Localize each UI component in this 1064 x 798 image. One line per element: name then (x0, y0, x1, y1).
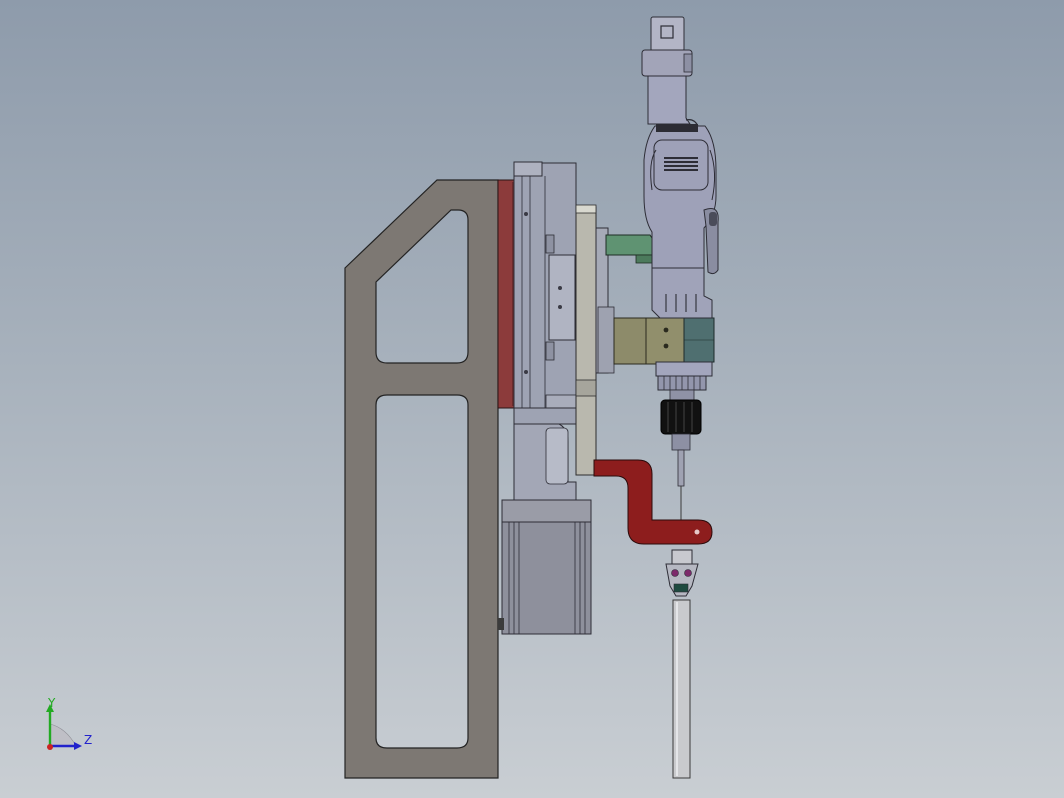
spindle-housing[interactable] (643, 125, 717, 281)
slide-screw-1 (524, 212, 528, 216)
slide-screw-2 (524, 370, 528, 374)
slide-carriage[interactable] (548, 254, 576, 341)
mounting-plate-red[interactable] (497, 179, 515, 409)
bracket-olive[interactable] (613, 317, 649, 365)
collet-nose (671, 433, 691, 451)
tool-slider-plate[interactable] (575, 206, 597, 476)
spindle-neck (669, 389, 695, 401)
cad-model-scene[interactable] (0, 0, 1064, 798)
holder-arm-red[interactable] (593, 459, 713, 545)
slide-clamp-top (545, 234, 555, 254)
spindle-connector-band (683, 53, 693, 73)
adapter-neck-inner (545, 427, 569, 485)
stepper-motor-flange[interactable] (501, 499, 592, 523)
workpiece-tube[interactable] (672, 599, 691, 779)
nozzle-port-left (671, 569, 679, 577)
spindle-clamped-section (655, 361, 713, 377)
housing-dark-band (656, 124, 698, 132)
spindle-top-fitting[interactable] (650, 16, 685, 52)
guide-nozzle[interactable] (665, 549, 699, 597)
tool-backplate-block (597, 306, 615, 374)
clamp-screw-2 (663, 343, 669, 349)
slide-lower-block (545, 394, 577, 410)
nozzle-tip-band (673, 583, 689, 593)
triad-plane (49, 723, 77, 747)
z-axis-head (74, 742, 82, 750)
adapter-neck (513, 407, 577, 425)
collet-chuck-black[interactable] (660, 399, 702, 435)
z-axis-label: Z (84, 733, 92, 747)
nozzle-cap (671, 549, 693, 565)
orientation-triad[interactable]: Y Z (36, 698, 106, 758)
spindle-upper-body[interactable] (647, 75, 691, 125)
bracket-olive-clamp[interactable] (645, 317, 685, 365)
x-axis-dot (47, 744, 53, 750)
cad-viewport[interactable]: Y Z (0, 0, 1064, 798)
clamp-screw-1 (663, 327, 669, 333)
bracket-green-lip (635, 254, 655, 264)
spindle-lower-body[interactable] (651, 267, 713, 319)
base-frame[interactable] (344, 179, 499, 779)
slider-top-tab (575, 204, 597, 214)
y-axis-label: Y (47, 698, 56, 710)
stepper-motor-body[interactable] (501, 521, 592, 635)
slider-mid-block (575, 379, 597, 397)
bracket-green[interactable] (605, 234, 657, 256)
tool-bit[interactable] (677, 449, 685, 487)
carriage-screw-1 (558, 286, 562, 290)
holder-arm-pin (694, 529, 700, 535)
motor-bolt (498, 618, 504, 630)
slide-top-cap (513, 161, 543, 177)
slide-clamp-bottom (545, 341, 555, 361)
spindle-tool[interactable] (641, 16, 719, 524)
nozzle-port-right (684, 569, 692, 577)
carriage-screw-2 (558, 305, 562, 309)
switch-knob (709, 212, 717, 226)
